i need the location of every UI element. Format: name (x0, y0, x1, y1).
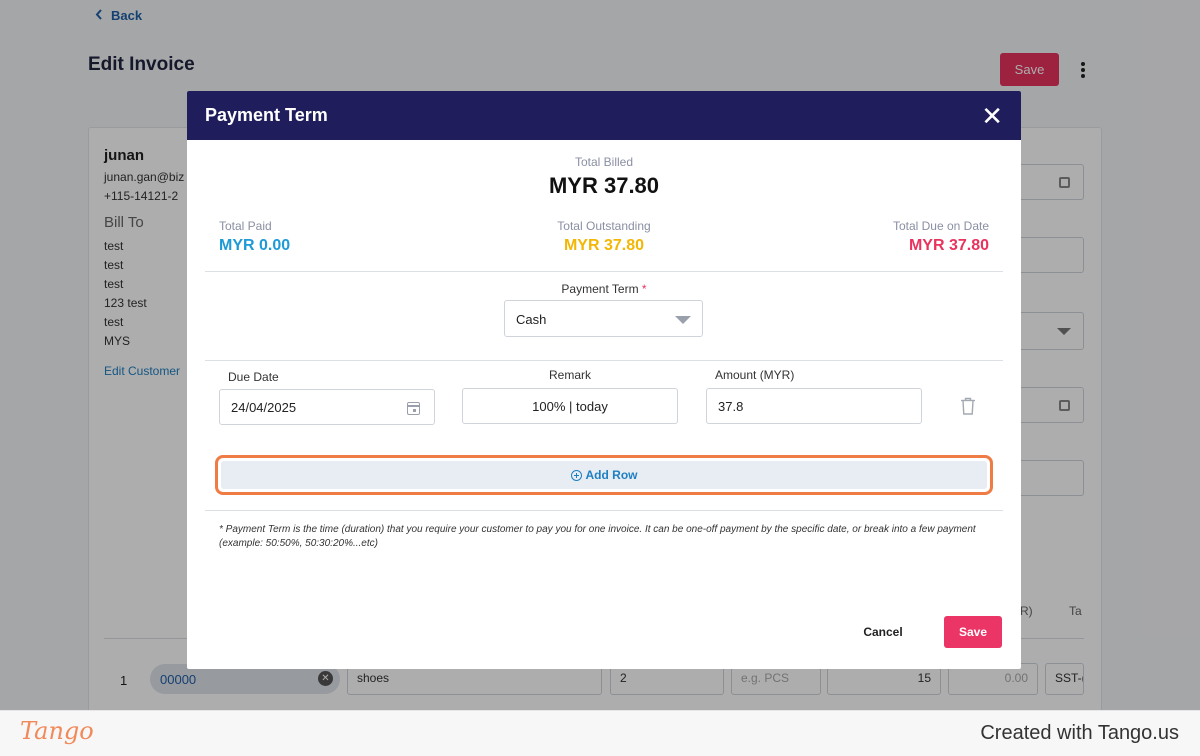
total-due-value: MYR 37.80 (908, 237, 989, 254)
modal-title: Payment Term (205, 105, 328, 125)
remark-column-label: Remark (548, 368, 591, 382)
payment-term-modal: Payment Term ✕ Total Billed MYR 37.80 To… (187, 91, 1021, 669)
created-with-text: Created with Tango.us (980, 722, 1179, 744)
payment-term-select[interactable]: Cash (504, 300, 703, 337)
caret-down-icon (675, 316, 691, 324)
total-due-label: Total Due on Date (892, 219, 989, 233)
add-row-button[interactable]: Add Row (221, 461, 987, 489)
amount-input[interactable]: 37.8 (706, 388, 922, 424)
payment-term-label-text: Payment Term (561, 282, 639, 296)
due-date-value: 24/04/2025 (231, 400, 297, 415)
amount-column-label: Amount (MYR) (715, 368, 795, 382)
add-row-highlight: Add Row (215, 455, 993, 495)
payment-term-label: Payment Term * (187, 282, 1021, 296)
save-button[interactable]: Save (944, 616, 1002, 648)
divider (205, 271, 1003, 272)
total-outstanding-value: MYR 37.80 (563, 237, 645, 254)
required-mark: * (641, 282, 647, 296)
total-billed-label: Total Billed (574, 155, 634, 169)
cancel-button[interactable]: Cancel (841, 616, 925, 648)
total-billed-value: MYR 37.80 (548, 173, 660, 198)
note-example: (example: 50:50%, 50:30:20%...etc) (219, 538, 378, 549)
payment-term-value: Cash (516, 312, 547, 327)
payment-term-note: * Payment Term is the time (duration) th… (219, 523, 989, 551)
tango-footer: Tango Created with Tango.us (0, 710, 1200, 756)
divider (205, 510, 1003, 511)
due-date-input[interactable]: 24/04/2025 (219, 389, 435, 425)
due-date-column-label: Due Date (228, 370, 279, 384)
add-row-label: Add Row (585, 468, 638, 482)
plus-circle-icon (570, 469, 582, 481)
calendar-icon[interactable] (407, 402, 420, 415)
note-text: * Payment Term is the time (duration) th… (219, 524, 976, 535)
divider (205, 360, 1003, 361)
close-icon[interactable]: ✕ (981, 103, 1003, 129)
modal-header: Payment Term ✕ (187, 91, 1021, 140)
tango-logo: Tango (20, 717, 94, 745)
trash-icon[interactable] (960, 397, 975, 415)
remark-input[interactable]: 100% | today (462, 388, 678, 424)
